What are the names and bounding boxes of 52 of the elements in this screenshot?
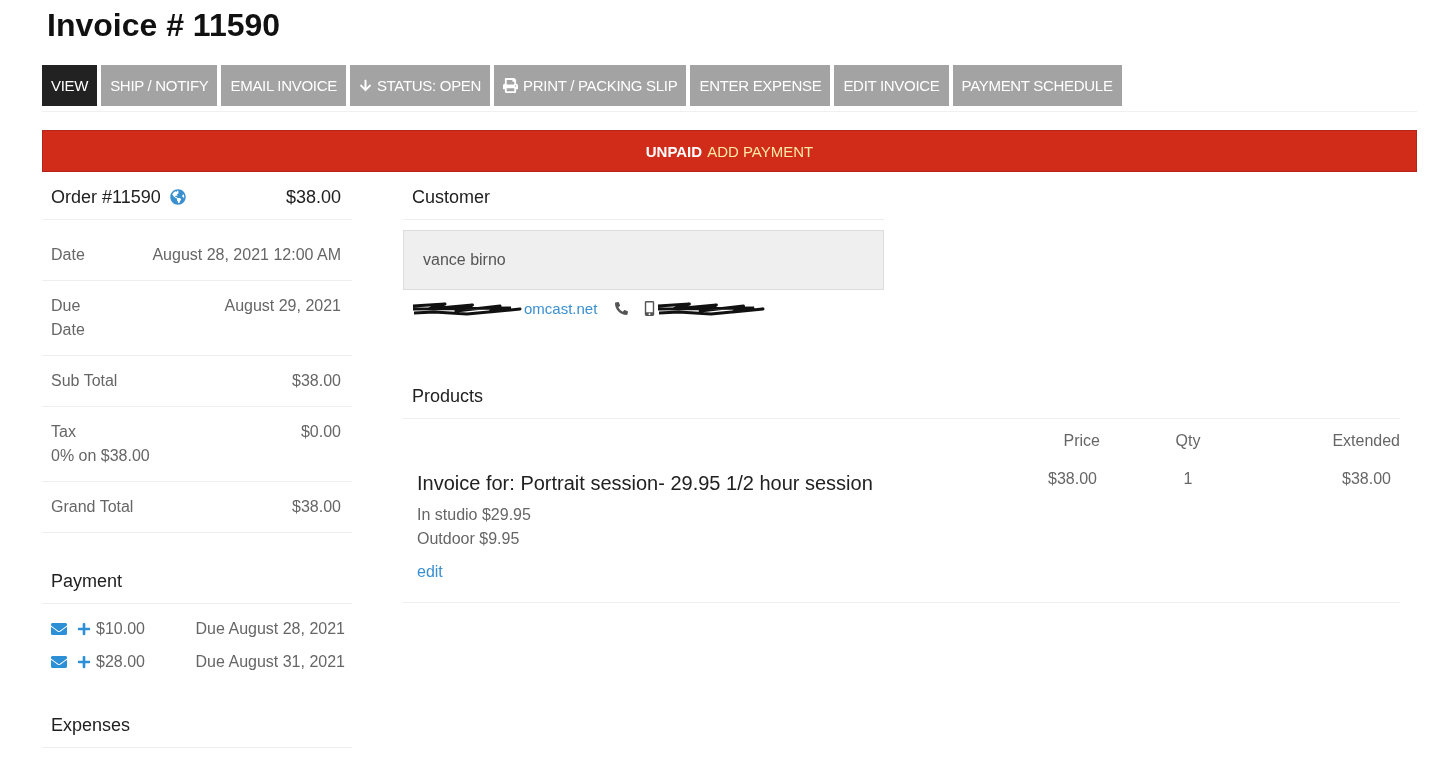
product-option: In studio $29.95 <box>417 503 531 527</box>
toolbar-button[interactable]: SHIP / NOTIFY <box>101 65 218 106</box>
order-number: Order #11590 <box>51 186 161 208</box>
column-header: Extended <box>1331 431 1400 451</box>
toolbar-button[interactable]: STATUS: OPEN <box>349 65 491 106</box>
column-header: Qty <box>1174 431 1202 451</box>
add-payment-link[interactable]: ADD PAYMENT <box>707 142 814 160</box>
payment-due-date: Due August 31, 2021 <box>195 652 345 671</box>
toolbar-button[interactable]: EDIT INVOICE <box>834 65 949 106</box>
row-value: August 29, 2021 <box>224 296 341 316</box>
row-label: Grand Total <box>51 497 134 517</box>
table-cell-text: $38.00 <box>1047 469 1098 489</box>
order-total: $38.00 <box>285 186 341 208</box>
table-cell-text: $38.00 <box>1341 469 1392 489</box>
globe-icon <box>169 189 186 205</box>
mail-icon[interactable] <box>51 620 67 637</box>
customer-name: vance birno <box>403 230 884 290</box>
row-label: Tax <box>51 422 77 442</box>
product-title: Invoice for: Portrait session- 29.95 1/2 hour session <box>417 471 873 496</box>
product-option: Outdoor $9.95 <box>417 527 531 551</box>
section-heading: Products <box>403 374 1400 419</box>
page-title: Invoice # 11590 <box>46 6 281 45</box>
table-cell-text: 1 <box>1182 469 1194 489</box>
edit-link[interactable]: edit <box>417 560 443 584</box>
arrow-down-icon <box>358 79 372 92</box>
phone-icon <box>615 301 629 315</box>
row-label: Sub Total <box>51 371 118 391</box>
payment-amount: $10.00 <box>96 619 145 638</box>
plus-icon[interactable] <box>77 654 91 669</box>
row-label: Date <box>51 245 85 265</box>
toolbar-button[interactable]: VIEW <box>42 65 98 106</box>
payment-due-date: Due August 28, 2021 <box>195 619 345 638</box>
toolbar-button[interactable]: ENTER EXPENSE <box>690 65 831 106</box>
mail-icon[interactable] <box>51 653 67 670</box>
toolbar-button[interactable]: EMAIL INVOICE <box>221 65 346 106</box>
row-note: 0% on $38.00 <box>51 446 150 466</box>
row-label: Due Date <box>51 296 85 340</box>
row-value: $0.00 <box>300 422 341 442</box>
row-value: $38.00 <box>292 497 341 517</box>
column-header: Price <box>1062 431 1100 451</box>
toolbar-button[interactable]: PAYMENT SCHEDULE <box>952 65 1122 106</box>
section-heading: Payment <box>42 559 352 604</box>
section-heading: Customer <box>403 175 884 220</box>
row-value: $38.00 <box>292 371 341 391</box>
section-heading: Expenses <box>42 703 352 748</box>
email-link[interactable]: omcast.net <box>524 299 598 317</box>
toolbar-button[interactable]: PRINT / PACKING SLIP <box>494 65 687 106</box>
plus-icon[interactable] <box>77 621 91 636</box>
row-value: August 28, 2021 12:00 AM <box>152 245 341 265</box>
payment-amount: $28.00 <box>96 652 145 671</box>
status-label: UNPAID <box>645 142 703 160</box>
printer-icon <box>503 78 519 93</box>
